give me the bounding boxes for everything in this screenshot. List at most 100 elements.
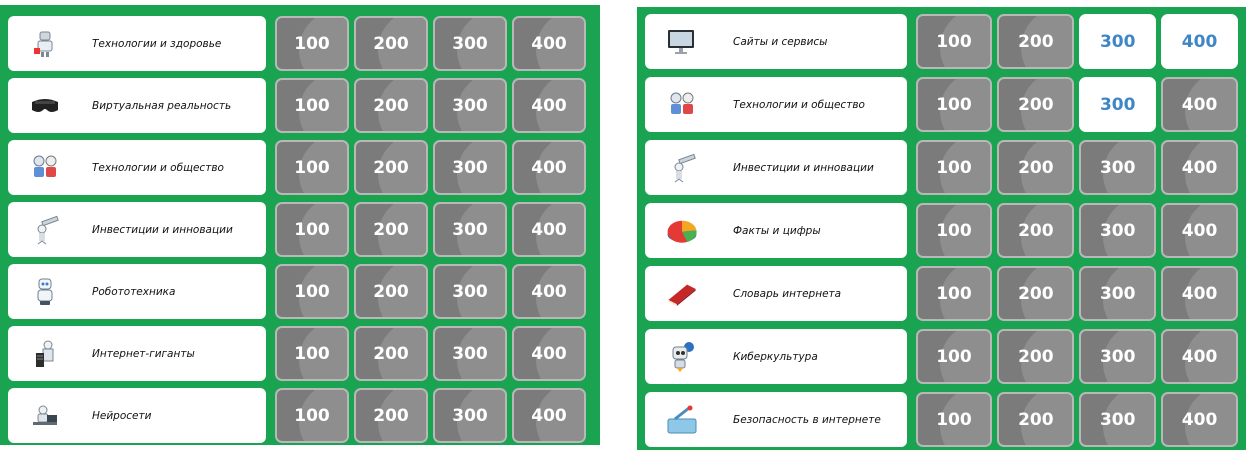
question-tile-300[interactable]: 300 bbox=[1079, 77, 1157, 132]
question-tile-100[interactable]: 100 bbox=[915, 266, 993, 321]
question-tile-400[interactable]: 400 bbox=[1161, 77, 1238, 132]
category-card: Сайты и сервисы bbox=[645, 14, 907, 69]
tile-points: 300 bbox=[1099, 220, 1136, 241]
question-tile-300[interactable]: 300 bbox=[1079, 266, 1157, 321]
question-tile-300[interactable]: 300 bbox=[433, 140, 507, 195]
tile-points: 100 bbox=[936, 157, 972, 178]
red-book-icon bbox=[665, 279, 699, 309]
question-tile-200[interactable]: 200 bbox=[997, 203, 1075, 258]
question-tile-100[interactable]: 100 bbox=[915, 140, 993, 195]
category-card: Технологии и здоровье bbox=[8, 16, 266, 71]
question-tile-300[interactable]: 300 bbox=[1079, 140, 1157, 195]
question-tile-200[interactable]: 200 bbox=[354, 140, 428, 195]
question-tile-100[interactable]: 100 bbox=[275, 264, 349, 319]
question-tile-200[interactable]: 200 bbox=[997, 266, 1075, 321]
question-tile-300[interactable]: 300 bbox=[433, 78, 507, 133]
tile-points: 200 bbox=[1018, 409, 1054, 430]
question-tile-200[interactable]: 200 bbox=[354, 388, 428, 443]
category-row: Киберкультура 100 200 300 400 bbox=[645, 329, 1238, 384]
question-tile-100[interactable]: 100 bbox=[915, 203, 993, 258]
question-tile-200[interactable]: 200 bbox=[354, 78, 428, 133]
question-tile-200[interactable]: 200 bbox=[354, 16, 428, 71]
question-tile-300[interactable]: 300 bbox=[1079, 203, 1157, 258]
tile-points: 100 bbox=[294, 343, 330, 364]
question-tile-400[interactable]: 400 bbox=[512, 388, 586, 443]
tile-points: 400 bbox=[531, 95, 567, 116]
category-label: Технологии и здоровье bbox=[92, 37, 222, 50]
question-tile-100[interactable]: 100 bbox=[275, 78, 349, 133]
question-tile-200[interactable]: 200 bbox=[997, 392, 1075, 447]
question-tile-400[interactable]: 400 bbox=[1161, 266, 1238, 321]
question-tile-200[interactable]: 200 bbox=[354, 202, 428, 257]
satellite-dish-icon bbox=[665, 405, 699, 435]
question-tile-100[interactable]: 100 bbox=[915, 14, 993, 69]
tile-points: 400 bbox=[531, 157, 567, 178]
category-label: Робототехника bbox=[92, 285, 176, 298]
tile-points: 400 bbox=[1181, 346, 1218, 367]
question-tile-400[interactable]: 400 bbox=[512, 78, 586, 133]
tile-points: 100 bbox=[936, 220, 972, 241]
question-tile-400[interactable]: 400 bbox=[1161, 14, 1238, 69]
category-card: Инвестиции и инновации bbox=[8, 202, 266, 257]
category-label: Факты и цифры bbox=[733, 224, 821, 237]
tile-points: 100 bbox=[936, 283, 972, 304]
category-label: Безопасность в интернете bbox=[733, 413, 881, 426]
question-tile-300[interactable]: 300 bbox=[1079, 329, 1157, 384]
question-tile-400[interactable]: 400 bbox=[1161, 329, 1238, 384]
question-tile-100[interactable]: 100 bbox=[275, 140, 349, 195]
tile-points: 400 bbox=[1181, 31, 1218, 52]
question-tile-300[interactable]: 300 bbox=[1079, 392, 1157, 447]
question-tile-300[interactable]: 300 bbox=[1079, 14, 1157, 69]
tile-points: 100 bbox=[936, 94, 972, 115]
tile-points: 300 bbox=[1099, 283, 1136, 304]
question-tile-100[interactable]: 100 bbox=[275, 326, 349, 381]
tile-points: 200 bbox=[1018, 31, 1054, 52]
question-tile-400[interactable]: 400 bbox=[512, 16, 586, 71]
game-board-left: Технологии и здоровье 100 200 300 400 Виртуал… bbox=[0, 5, 600, 445]
question-tile-300[interactable]: 300 bbox=[433, 202, 507, 257]
tile-points: 100 bbox=[294, 281, 330, 302]
tile-points: 300 bbox=[1099, 346, 1136, 367]
category-label: Сайты и сервисы bbox=[733, 35, 828, 48]
question-tile-400[interactable]: 400 bbox=[512, 326, 586, 381]
vr-headset-icon bbox=[28, 91, 62, 121]
category-row: Технологии и общество 100 200 300 400 bbox=[8, 140, 592, 195]
question-tile-400[interactable]: 400 bbox=[1161, 203, 1238, 258]
tile-points: 300 bbox=[452, 405, 488, 426]
tile-points: 400 bbox=[531, 281, 567, 302]
tile-points: 300 bbox=[452, 281, 488, 302]
tile-points: 200 bbox=[1018, 346, 1054, 367]
question-tile-100[interactable]: 100 bbox=[915, 329, 993, 384]
question-tile-200[interactable]: 200 bbox=[997, 14, 1075, 69]
category-card: Нейросети bbox=[8, 388, 266, 443]
pie-chart-icon bbox=[665, 216, 699, 246]
question-tile-400[interactable]: 400 bbox=[1161, 392, 1238, 447]
game-board-right: Сайты и сервисы 100 200 300 400 Технологии и … bbox=[637, 7, 1246, 450]
question-tile-400[interactable]: 400 bbox=[1161, 140, 1238, 195]
tile-points: 100 bbox=[294, 33, 330, 54]
question-tile-300[interactable]: 300 bbox=[433, 388, 507, 443]
question-tile-200[interactable]: 200 bbox=[997, 329, 1075, 384]
question-tile-100[interactable]: 100 bbox=[275, 388, 349, 443]
question-tile-300[interactable]: 300 bbox=[433, 264, 507, 319]
question-tile-200[interactable]: 200 bbox=[997, 140, 1075, 195]
question-tile-400[interactable]: 400 bbox=[512, 202, 586, 257]
question-tile-400[interactable]: 400 bbox=[512, 140, 586, 195]
question-tile-200[interactable]: 200 bbox=[354, 326, 428, 381]
question-tile-200[interactable]: 200 bbox=[354, 264, 428, 319]
question-tile-100[interactable]: 100 bbox=[915, 77, 993, 132]
question-tile-100[interactable]: 100 bbox=[275, 202, 349, 257]
question-tile-300[interactable]: 300 bbox=[433, 16, 507, 71]
category-label: Киберкультура bbox=[733, 350, 818, 363]
question-tile-200[interactable]: 200 bbox=[997, 77, 1075, 132]
category-card: Технологии и общество bbox=[645, 77, 907, 132]
tile-points: 400 bbox=[531, 405, 567, 426]
tile-points: 300 bbox=[452, 219, 488, 240]
question-tile-400[interactable]: 400 bbox=[512, 264, 586, 319]
question-tile-100[interactable]: 100 bbox=[915, 392, 993, 447]
tile-points: 200 bbox=[1018, 157, 1054, 178]
category-row: Инвестиции и инновации 100 200 300 400 bbox=[645, 140, 1238, 195]
question-tile-100[interactable]: 100 bbox=[275, 16, 349, 71]
question-tile-300[interactable]: 300 bbox=[433, 326, 507, 381]
category-label: Инвестиции и инновации bbox=[733, 161, 874, 174]
